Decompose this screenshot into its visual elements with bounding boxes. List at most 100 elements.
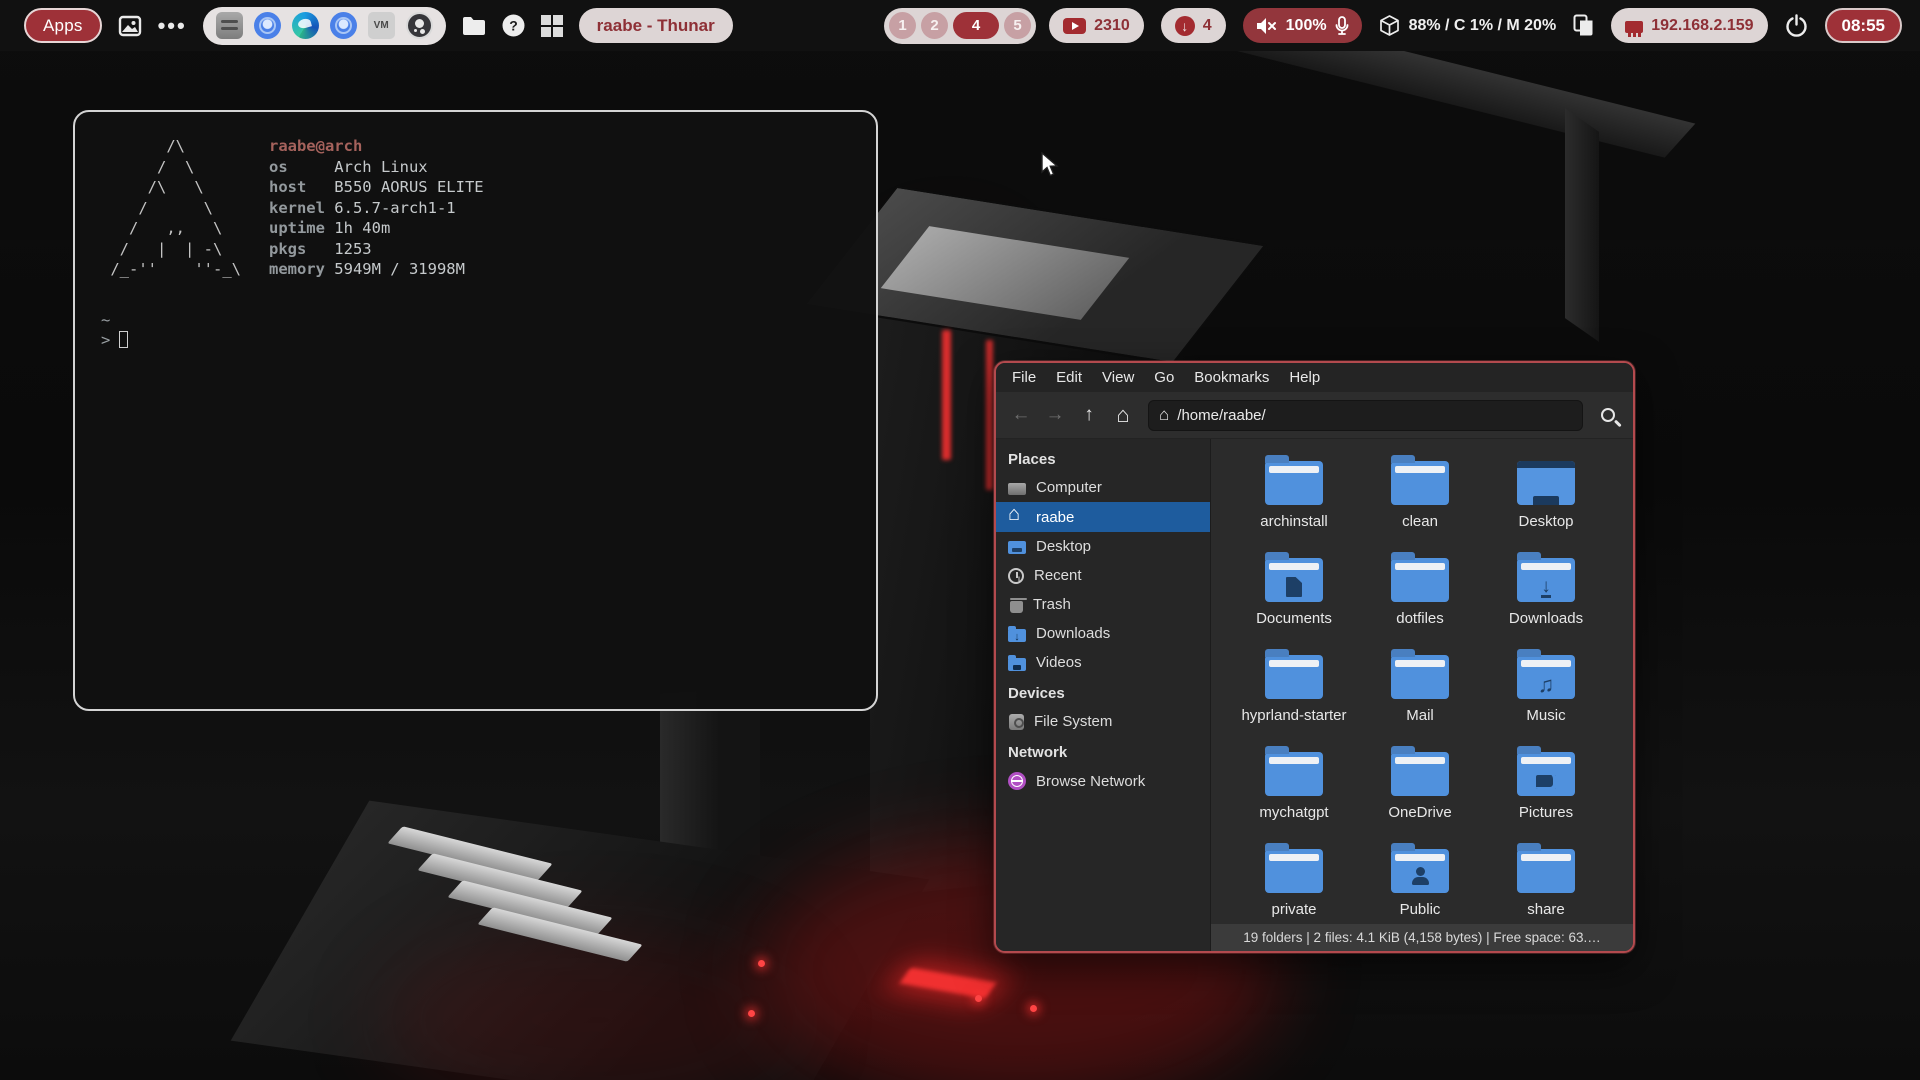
file-item[interactable]: archinstall <box>1234 453 1354 550</box>
sidebar-item[interactable]: Trash <box>996 590 1210 619</box>
volume-module[interactable]: 100% <box>1243 8 1362 43</box>
network-icon <box>1008 772 1026 790</box>
fetch-row: kernel6.5.7-arch1-1 <box>269 198 484 219</box>
file-name: Mail <box>1406 707 1434 724</box>
folder-video-icon <box>1008 658 1026 671</box>
menu-item[interactable]: Go <box>1144 363 1184 392</box>
obs-icon[interactable] <box>406 12 433 39</box>
power-icon[interactable] <box>1785 14 1808 37</box>
menu-bar: FileEditViewGoBookmarksHelp <box>996 363 1633 392</box>
sidebar-item-label: Desktop <box>1036 538 1091 555</box>
picture-icon <box>1517 752 1575 796</box>
file-item[interactable]: Pictures <box>1486 744 1606 841</box>
workspace-button[interactable]: 5 <box>1004 12 1031 39</box>
terminal-window[interactable]: /\ / \ /\ \ / \ / ,, \ / | | -\ /_-'' ''… <box>73 110 878 711</box>
wallpaper-red-dot <box>748 1010 755 1017</box>
folder-icon <box>1265 461 1323 505</box>
file-item[interactable]: OneDrive <box>1360 744 1480 841</box>
fetch-row: pkgs1253 <box>269 239 484 260</box>
fetch-user-host: raabe@arch <box>269 136 484 157</box>
sidebar-item[interactable]: raabe <box>996 502 1210 532</box>
file-item[interactable]: Music <box>1486 647 1606 744</box>
file-item[interactable]: Desktop <box>1486 453 1606 550</box>
folder-icon <box>1265 752 1323 796</box>
file-name: archinstall <box>1260 513 1328 530</box>
terminal-cursor[interactable] <box>119 331 128 348</box>
thunar-body: Places Computer raabe Desktop <box>996 439 1633 924</box>
screenshot-icon[interactable] <box>118 14 142 38</box>
edge-browser-icon[interactable] <box>292 12 319 39</box>
more-options-icon[interactable]: ••• <box>158 21 187 31</box>
thunar-window[interactable]: FileEditViewGoBookmarksHelp ← → ↑ ⌂ ⌂ /h… <box>994 361 1635 953</box>
toolbar: ← → ↑ ⌂ ⌂ /home/raabe/ <box>996 392 1633 439</box>
blue-browser-icon[interactable] <box>254 12 281 39</box>
sidebar-item[interactable]: Videos <box>996 648 1210 677</box>
network-module[interactable]: 192.168.2.159 <box>1611 8 1767 43</box>
app-launcher-dock <box>203 7 446 45</box>
mouse-cursor <box>1040 152 1062 183</box>
sidebar-item[interactable]: Browse Network <box>996 766 1210 796</box>
clock-module[interactable]: 08:55 <box>1825 8 1902 43</box>
fetch-row: osArch Linux <box>269 157 484 178</box>
download-module[interactable]: 4 <box>1161 8 1226 43</box>
sidebar-item[interactable]: File System <box>996 707 1210 736</box>
folder-icon <box>1517 849 1575 893</box>
youtube-module[interactable]: 2310 <box>1049 8 1144 43</box>
forward-button[interactable]: → <box>1040 400 1070 430</box>
path-home-icon: ⌂ <box>1159 405 1169 425</box>
home-button[interactable]: ⌂ <box>1108 400 1138 430</box>
file-manager-icon[interactable] <box>462 16 486 36</box>
file-item[interactable]: dotfiles <box>1360 550 1480 647</box>
fetch-output: /\ / \ /\ \ / \ / ,, \ / | | -\ /_-'' ''… <box>101 136 850 280</box>
workspace-button[interactable]: 4 <box>953 12 999 39</box>
blue-browser-icon[interactable] <box>330 12 357 39</box>
vm-icon[interactable] <box>368 12 395 39</box>
sidebar-item[interactable]: Downloads <box>996 619 1210 648</box>
folder-download-icon <box>1008 629 1026 642</box>
file-name: OneDrive <box>1388 804 1451 821</box>
bar-left-group: Apps ••• ? raabe - Thunar <box>24 7 733 45</box>
file-item[interactable]: Downloads <box>1486 550 1606 647</box>
sidebar-item[interactable]: Recent <box>996 561 1210 590</box>
trash-icon <box>1010 601 1023 613</box>
file-item[interactable]: clean <box>1360 453 1480 550</box>
prompt-char: > <box>101 331 110 349</box>
folder-icon <box>1391 655 1449 699</box>
file-item[interactable]: Documents <box>1234 550 1354 647</box>
menu-item[interactable]: Help <box>1279 363 1330 392</box>
sidebar-item-label: File System <box>1034 713 1112 730</box>
file-item[interactable]: hyprland-starter <box>1234 647 1354 744</box>
search-button[interactable] <box>1593 400 1623 430</box>
workspace-button[interactable]: 1 <box>889 12 916 39</box>
clipboard-icon[interactable] <box>1573 14 1594 37</box>
bar-center-group: 1245 <box>884 0 1036 51</box>
sidebar-item-label: Videos <box>1036 654 1082 671</box>
menu-item[interactable]: Edit <box>1046 363 1092 392</box>
download-icon <box>1175 16 1195 36</box>
menu-item[interactable]: View <box>1092 363 1144 392</box>
youtube-icon <box>1063 18 1086 34</box>
sidebar-section-title: Network <box>996 736 1210 766</box>
help-icon[interactable]: ? <box>502 14 525 37</box>
document-icon <box>1265 558 1323 602</box>
sidebar-item[interactable]: Desktop <box>996 532 1210 561</box>
ip-address: 192.168.2.159 <box>1651 17 1753 35</box>
file-name: Music <box>1526 707 1565 724</box>
windows-logo-icon[interactable] <box>541 15 563 37</box>
file-name: Documents <box>1256 610 1332 627</box>
file-item[interactable]: mychatgpt <box>1234 744 1354 841</box>
drawer-icon[interactable] <box>216 12 243 39</box>
menu-item[interactable]: Bookmarks <box>1184 363 1279 392</box>
up-button[interactable]: ↑ <box>1074 400 1104 430</box>
file-item[interactable]: Mail <box>1360 647 1480 744</box>
workspace-button[interactable]: 2 <box>921 12 948 39</box>
back-button[interactable]: ← <box>1006 400 1036 430</box>
file-name: share <box>1527 901 1565 918</box>
file-name: Public <box>1400 901 1441 918</box>
apps-button[interactable]: Apps <box>24 8 102 43</box>
path-bar[interactable]: ⌂ /home/raabe/ <box>1148 400 1583 431</box>
top-bar: Apps ••• ? raabe - Thunar 1245 2310 4 <box>0 0 1920 51</box>
menu-item[interactable]: File <box>1002 363 1046 392</box>
file-name: mychatgpt <box>1259 804 1328 821</box>
sidebar-item[interactable]: Computer <box>996 473 1210 502</box>
